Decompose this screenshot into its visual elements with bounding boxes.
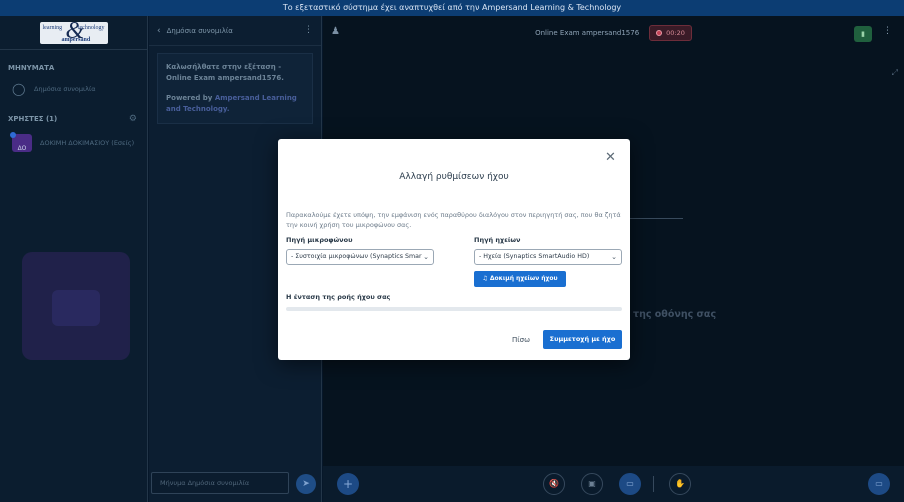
mic-source-label: Πηγή μικροφώνου xyxy=(286,236,353,244)
top-banner: Το εξεταστικό σύστημα έχει αναπτυχθεί απ… xyxy=(0,0,904,16)
volume-label: Η ένταση της ροής ήχου σας xyxy=(286,293,391,301)
test-speakers-label: Δοκιμή ηχείων ήχου xyxy=(489,275,558,282)
back-button[interactable]: Πίσω xyxy=(512,336,530,344)
speaker-source-select[interactable]: - Ηχεία (Synaptics SmartAudio HD) ⌄ xyxy=(474,249,622,265)
join-audio-button[interactable]: Συμμετοχή με ήχο xyxy=(543,330,622,349)
mic-source-select[interactable]: - Συστοιχία μικροφώνων (Synaptics Smar ⌄ xyxy=(286,249,434,265)
chevron-down-icon: ⌄ xyxy=(611,253,617,261)
close-icon[interactable]: ✕ xyxy=(605,151,616,164)
speaker-source-value: - Ηχεία (Synaptics SmartAudio HD) xyxy=(479,253,590,260)
test-speakers-button[interactable]: ♫ Δοκιμή ηχείων ήχου xyxy=(474,271,566,287)
chevron-down-icon: ⌄ xyxy=(423,253,429,261)
music-note-icon: ♫ xyxy=(482,275,488,282)
volume-meter xyxy=(286,307,622,311)
mic-source-value: - Συστοιχία μικροφώνων (Synaptics Smar xyxy=(291,253,422,260)
modal-note: Παρακαλούμε έχετε υπόψη, την εμφάνιση εν… xyxy=(286,211,621,229)
speaker-source-label: Πηγή ηχείων xyxy=(474,236,521,244)
audio-settings-modal: ✕ Αλλαγή ρυθμίσεων ήχου Παρακαλούμε έχετ… xyxy=(278,139,630,360)
modal-title: Αλλαγή ρυθμίσεων ήχου xyxy=(399,172,509,182)
